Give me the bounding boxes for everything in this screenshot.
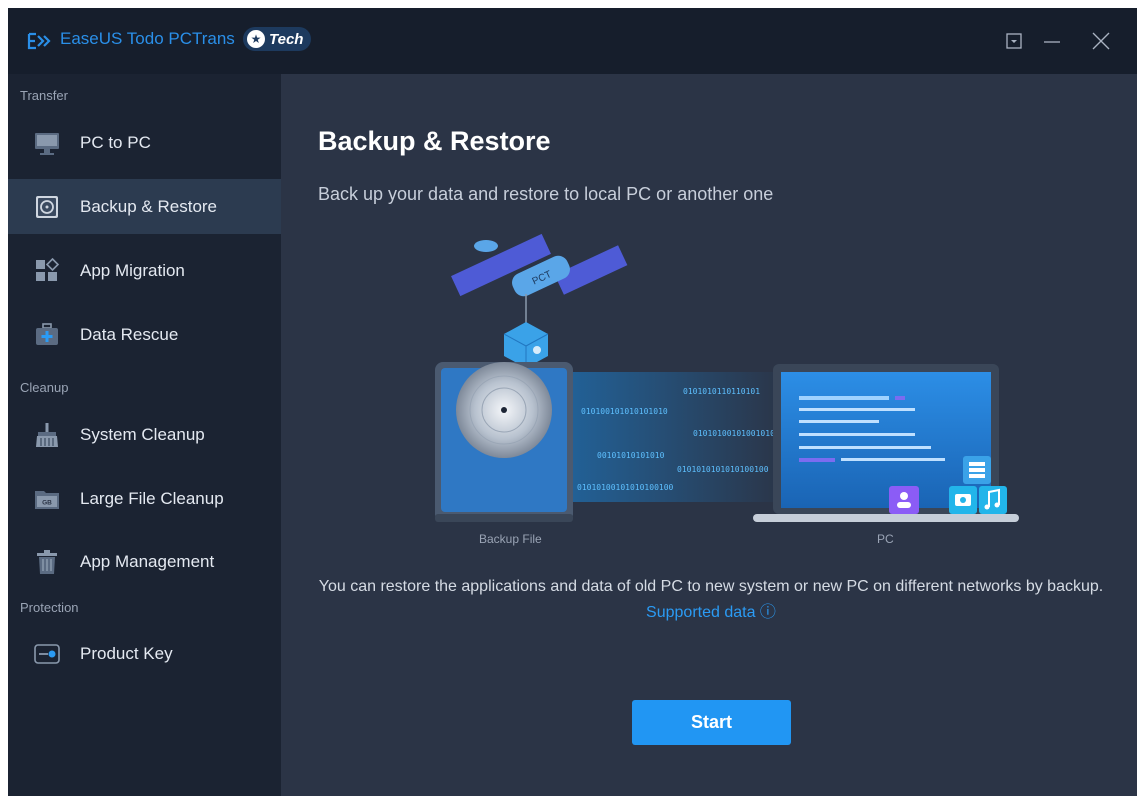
sidebar: Transfer PC to PC Backup & Restore App M… (8, 74, 281, 796)
sidebar-item-label: Data Rescue (80, 324, 179, 344)
sidebar-item-pc-to-pc[interactable]: PC to PC (8, 115, 281, 170)
sidebar-item-label: PC to PC (80, 132, 151, 152)
close-icon[interactable] (1090, 30, 1112, 52)
sidebar-item-product-key[interactable]: Product Key (8, 626, 281, 681)
tech-badge: ★ Tech (243, 27, 312, 51)
binary-line: 01010100101001010 (693, 429, 775, 438)
data-stream: 010100101010101010 0101010110110101 0010… (573, 372, 775, 502)
sidebar-item-label: App Management (80, 551, 215, 571)
rescue-kit-icon (36, 322, 58, 345)
binary-line: 0101010110110101 (683, 387, 760, 396)
app-window: EaseUS Todo PCTrans ★ Tech Transfer PC t… (8, 8, 1137, 796)
app-title: EaseUS Todo PCTrans (60, 29, 235, 48)
minimize-icon[interactable] (1041, 30, 1063, 52)
supported-data-link[interactable]: Supported data ⓘ (646, 604, 776, 621)
sidebar-item-label: Backup & Restore (80, 196, 218, 216)
binary-line: 00101010101010 (597, 451, 665, 460)
star-icon: ★ (247, 30, 265, 48)
binary-line: 01010100101010100100 (577, 483, 674, 492)
section-label-cleanup: Cleanup (20, 380, 69, 395)
monitor-icon (35, 132, 59, 155)
backup-illustration-graphic: PCT 010100101010101010 0101010110110101 … (435, 233, 1019, 522)
backup-icon (36, 195, 58, 218)
sidebar-item-label: App Migration (80, 260, 185, 280)
pc-caption: PC (877, 532, 894, 546)
broom-icon (36, 422, 58, 447)
folder-gb-icon: GB (35, 490, 59, 509)
easeus-logo-icon (27, 32, 51, 50)
sidebar-item-data-rescue[interactable]: Data Rescue (8, 307, 281, 362)
sidebar-item-large-file-cleanup[interactable]: GB Large File Cleanup (8, 471, 281, 526)
sidebar-item-label: System Cleanup (80, 424, 205, 444)
description: You can restore the applications and dat… (311, 574, 1111, 626)
backup-illustration: PCT 010100101010101010 0101010110110101 … (401, 224, 1041, 546)
page-subtitle: Back up your data and restore to local P… (318, 184, 774, 204)
title-bar: EaseUS Todo PCTrans ★ Tech (8, 8, 1137, 74)
sidebar-item-backup-restore[interactable]: Backup & Restore (8, 179, 281, 234)
start-button[interactable]: Start (632, 700, 791, 745)
edition-label: Tech (269, 30, 304, 48)
laptop-icon (753, 364, 1019, 522)
section-label-transfer: Transfer (20, 88, 68, 103)
main-panel: Backup & Restore Back up your data and r… (281, 74, 1137, 796)
backup-file-caption: Backup File (479, 532, 542, 546)
page-title: Backup & Restore (318, 126, 551, 156)
sidebar-item-label: Large File Cleanup (80, 488, 224, 508)
menu-icon[interactable] (1003, 30, 1025, 52)
backup-drive-icon (435, 362, 573, 522)
satellite-icon: PCT (451, 233, 628, 324)
binary-line: 010100101010101010 (581, 407, 668, 416)
trash-icon (37, 549, 57, 574)
cube-icon (503, 322, 549, 368)
sidebar-item-app-migration[interactable]: App Migration (8, 243, 281, 298)
section-label-protection: Protection (20, 600, 79, 615)
app-grid-icon (36, 257, 60, 281)
sidebar-item-label: Product Key (80, 643, 173, 663)
sidebar-item-system-cleanup[interactable]: System Cleanup (8, 407, 281, 462)
description-text: You can restore the applications and dat… (318, 578, 1104, 595)
info-icon: ⓘ (759, 604, 776, 621)
key-icon (34, 643, 60, 664)
svg-text:GB: GB (42, 499, 52, 506)
binary-line: 0101010101010100100 (677, 465, 769, 474)
supported-data-label: Supported data (646, 604, 756, 621)
sidebar-item-app-management[interactable]: App Management (8, 534, 281, 589)
